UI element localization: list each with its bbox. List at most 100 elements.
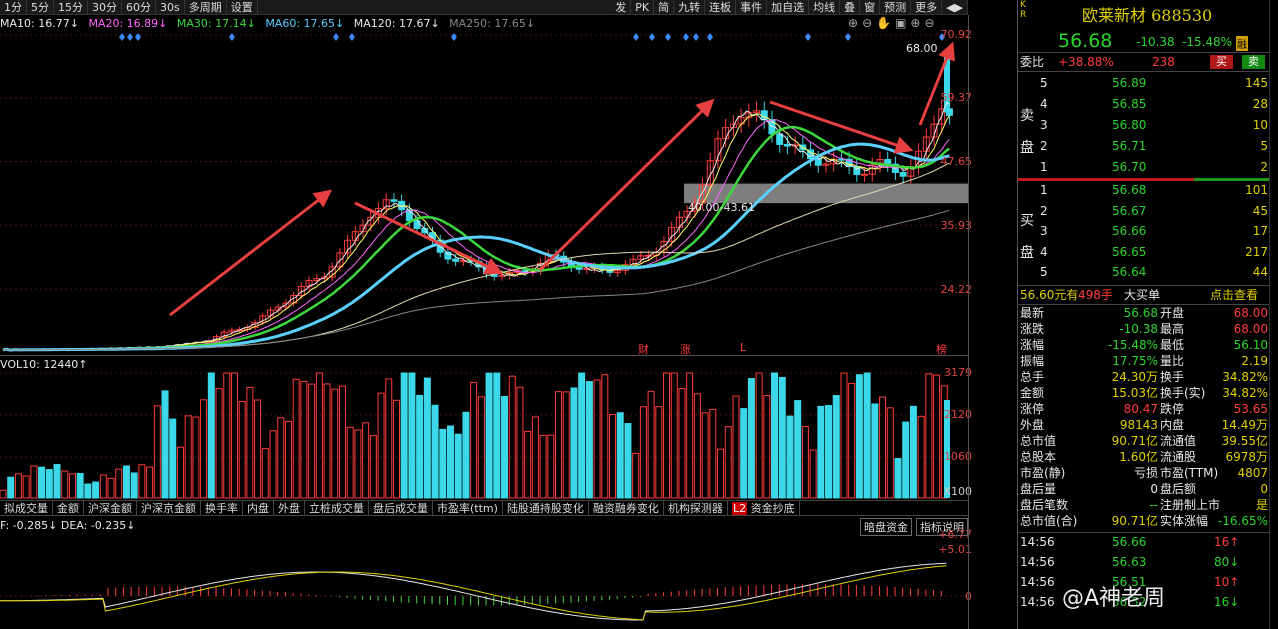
tab-pe-ttm[interactable]: 市盈率(ttm) [433,501,503,515]
quote-key-right: 最高 [1160,322,1185,336]
macd-dea-line [0,565,947,621]
volume-bar [477,396,485,499]
period-15m[interactable]: 15分 [54,0,88,14]
quote-row: 总市值 90.71亿 流通值 39.55亿 [1018,433,1270,449]
big-order-row: 56.60元有 498手 大买单 点击查看 [1018,287,1270,303]
volume-bar [22,475,30,499]
multi-period-button[interactable]: 多周期 [185,0,227,14]
volume-bar [470,381,478,499]
event-diamond-icon [349,33,355,41]
event-diamond-icon [805,33,811,41]
volume-bar [855,374,863,499]
candlestick-chart[interactable] [0,30,968,356]
quote-row: 外盘 98143 内盘 14.49万 [1018,417,1270,433]
period-1m[interactable]: 1分 [0,0,27,14]
macd-chart[interactable] [0,533,968,629]
bid-volume: 44 [1252,265,1268,279]
tick-volume: 10↑ [1214,575,1240,589]
volume-bar [609,413,617,499]
volume-bar [771,372,779,499]
quote-key-right: 市盈(TTM) [1160,466,1219,480]
quote-key-left: 涨跌 [1020,322,1045,336]
macd-axis-tick: +5.01 [938,543,972,556]
volume-bar [562,391,570,499]
toolbar-pk-button[interactable]: PK [631,0,655,14]
quote-key-right: 换手(实) [1160,386,1206,400]
event-diamond-icon [693,33,699,41]
tick-time: 14:56 [1020,555,1055,569]
volume-chart[interactable] [0,370,968,500]
zoom-in-icon[interactable]: ⊕ [848,16,862,30]
volume-bar [146,466,154,499]
volume-bar [230,372,238,499]
toolbar-jiuzhuan-button[interactable]: 九转 [674,0,706,14]
bid-level-row: 1 56.68 101 [1018,182,1270,198]
collapse-icon[interactable]: ⊖ [924,16,938,30]
volume-bar [38,466,46,499]
volume-bar [501,396,509,499]
volume-bar [555,391,563,499]
tab-volume[interactable]: 拟成交量 [0,501,53,515]
event-diamond-icon [135,33,141,41]
sell-button[interactable]: 卖 [1242,55,1265,69]
quote-value-left: 17.75% [1112,354,1158,368]
tab-fund-bottom[interactable]: L2 资金抄底 [728,501,800,515]
bid-level-row: 3 56.66 17 [1018,223,1270,239]
volume-bar [724,426,732,499]
volume-bar [647,390,655,499]
toolbar-more-button[interactable]: 更多 [911,0,943,14]
big-order-link[interactable]: 点击查看 [1210,287,1258,303]
volume-bar [717,448,725,499]
toolbar-add-watch-button[interactable]: 加自选 [767,0,810,14]
event-mark-l[interactable]: L [740,341,746,354]
quote-key-right: 盘后额 [1160,482,1197,496]
quote-key-right: 实体涨幅 [1160,514,1209,528]
quote-key-left: 涨停 [1020,402,1045,416]
toolbar-window-button[interactable]: 窗 [860,0,881,14]
toolbar-overlay-button[interactable]: 叠 [840,0,861,14]
volume-bar [755,372,763,499]
volume-bar [53,464,61,499]
tab-margin[interactable]: 融资融券变化 [589,501,664,515]
hand-icon[interactable]: ✋ [876,16,895,30]
toolbar-simple-button[interactable]: 简 [654,0,675,14]
tick-row: 14:56 56.66 16↑ [1018,534,1270,550]
tab-pile-volume[interactable]: 立桩成交量 [305,501,369,515]
volume-bar [107,477,115,499]
expand-icon[interactable]: ⊕ [910,16,924,30]
tab-hs-amount[interactable]: 沪深金额 [84,501,137,515]
tab-turnover[interactable]: 换手率 [201,501,243,515]
toolbar-ma-button[interactable]: 均线 [809,0,841,14]
period-60m[interactable]: 60分 [122,0,156,14]
volume-bar [130,472,138,499]
tab-outer[interactable]: 外盘 [274,501,305,515]
divider [1018,52,1270,53]
event-diamond-icon [633,33,639,41]
lock-icon[interactable]: ▣ [895,16,910,30]
volume-bar [516,386,524,499]
tab-northbound[interactable]: 陆股通持股变化 [503,501,589,515]
quote-key-right: 最低 [1160,338,1185,352]
ask-volume: 5 [1260,139,1268,153]
tab-hsj-amount[interactable]: 沪深京金额 [137,501,201,515]
margin-badge: 融 [1236,36,1248,51]
volume-bar [176,446,184,499]
tab-institution[interactable]: 机构探测器 [664,501,728,515]
toolbar-arrow-icon[interactable]: ◀▶ [942,0,968,14]
candle-body [837,158,845,161]
toolbar-fa-button[interactable]: 发 [611,0,632,14]
toolbar-events-button[interactable]: 事件 [736,0,768,14]
period-30s-dropdown[interactable]: 30s [156,0,185,14]
toolbar-lianban-button[interactable]: 连板 [705,0,737,14]
big-order-label: 大买单 [1124,288,1161,302]
tab-after-hours[interactable]: 盘后成交量 [369,501,433,515]
buy-button[interactable]: 买 [1210,55,1233,69]
tab-inner[interactable]: 内盘 [243,501,274,515]
settings-button[interactable]: 设置 [227,0,258,14]
tab-amount[interactable]: 金额 [53,501,84,515]
period-30m[interactable]: 30分 [88,0,122,14]
toolbar-forecast-button[interactable]: 预测 [880,0,912,14]
period-5m[interactable]: 5分 [27,0,54,14]
quote-row: 最新 56.68 开盘 68.00 [1018,305,1270,321]
zoom-out-icon[interactable]: ⊖ [862,16,876,30]
